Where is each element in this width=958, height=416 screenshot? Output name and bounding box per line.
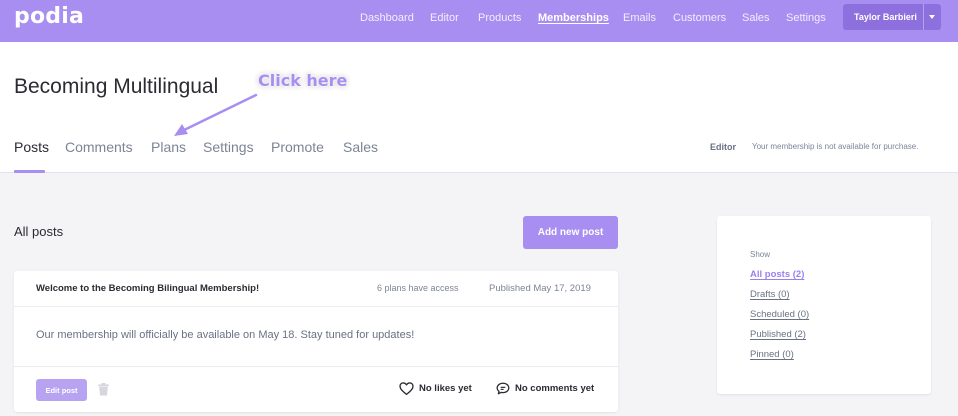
user-menu-button[interactable]: Taylor Barbieri: [843, 4, 941, 30]
likes-count[interactable]: No likes yet: [399, 382, 472, 395]
user-menu-divider: [923, 4, 924, 30]
tab-posts[interactable]: Posts: [14, 139, 49, 155]
post-card: Welcome to the Becoming Bilingual Member…: [14, 271, 618, 412]
tab-comments[interactable]: Comments: [65, 139, 133, 155]
nav-settings[interactable]: Settings: [786, 12, 826, 24]
post-card-header: Welcome to the Becoming Bilingual Member…: [14, 271, 618, 307]
editor-link[interactable]: Editor: [710, 142, 736, 152]
all-posts-heading: All posts: [14, 224, 64, 239]
top-navbar: podia Dashboard Editor Products Membersh…: [0, 0, 958, 42]
post-published-date: Published May 17, 2019: [489, 283, 591, 294]
heart-icon: [399, 382, 414, 395]
podia-logo[interactable]: podia: [14, 4, 84, 29]
tab-sales[interactable]: Sales: [343, 139, 378, 155]
nav-memberships[interactable]: Memberships: [538, 12, 609, 24]
nav-customers[interactable]: Customers: [673, 12, 726, 24]
comment-icon: [496, 382, 510, 395]
comments-label: No comments yet: [515, 383, 595, 394]
edit-post-button[interactable]: Edit post: [36, 379, 87, 401]
tab-promote[interactable]: Promote: [271, 139, 324, 155]
filter-scheduled[interactable]: Scheduled (0): [750, 309, 809, 320]
tab-plans[interactable]: Plans: [151, 139, 186, 155]
tab-settings[interactable]: Settings: [203, 139, 254, 155]
add-new-post-button[interactable]: Add new post: [523, 216, 618, 249]
nav-emails[interactable]: Emails: [623, 12, 656, 24]
likes-label: No likes yet: [419, 383, 472, 394]
filter-drafts[interactable]: Drafts (0): [750, 289, 790, 300]
filter-published[interactable]: Published (2): [750, 329, 806, 340]
nav-dashboard[interactable]: Dashboard: [360, 12, 414, 24]
filter-all-posts[interactable]: All posts (2): [750, 269, 804, 280]
filter-pinned[interactable]: Pinned (0): [750, 349, 794, 360]
nav-editor[interactable]: Editor: [430, 12, 459, 24]
user-name: Taylor Barbieri: [854, 12, 917, 22]
post-title[interactable]: Welcome to the Becoming Bilingual Member…: [36, 283, 259, 294]
post-access: 6 plans have access: [377, 283, 459, 293]
comments-count[interactable]: No comments yet: [496, 382, 594, 395]
show-label: Show: [750, 250, 771, 259]
nav-products[interactable]: Products: [478, 12, 521, 24]
trash-icon[interactable]: [98, 383, 109, 396]
nav-sales[interactable]: Sales: [742, 12, 770, 24]
availability-note: Your membership is not available for pur…: [752, 142, 919, 151]
post-card-footer: Edit post No likes yet No comments yet: [14, 366, 618, 412]
post-filter-panel: Show All posts (2) Drafts (0) Scheduled …: [717, 216, 931, 394]
active-tab-indicator: [14, 170, 45, 173]
post-body: Our membership will officially be availa…: [36, 329, 415, 341]
membership-header: Becoming Multilingual Posts Comments Pla…: [0, 42, 958, 173]
chevron-down-icon[interactable]: [929, 15, 935, 19]
click-here-annotation: Click here: [258, 71, 348, 90]
annotation-arrow: [174, 93, 258, 136]
